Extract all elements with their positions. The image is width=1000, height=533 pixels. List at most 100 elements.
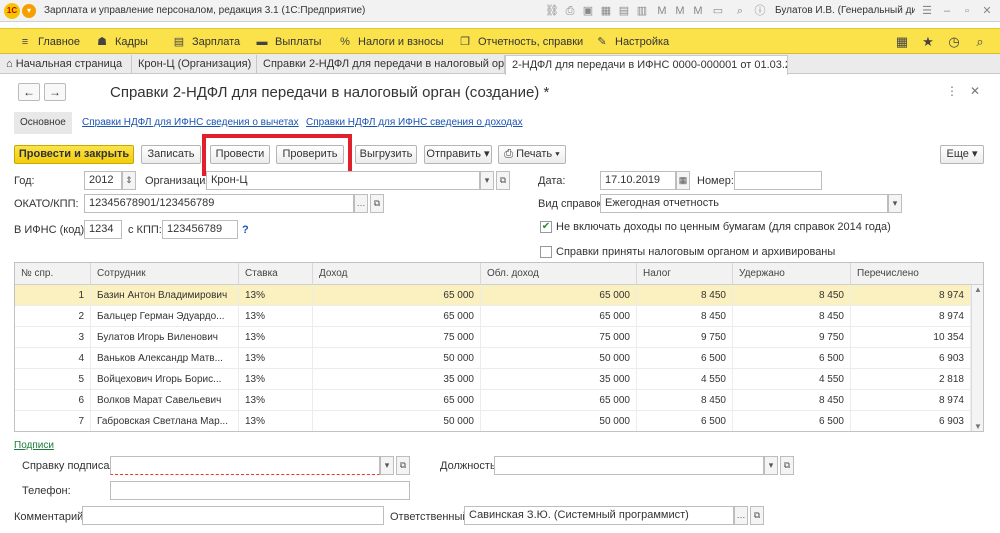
tab-home[interactable]: ⌂ Начальная страница xyxy=(0,55,132,74)
calendar-icon[interactable]: ▦ xyxy=(676,171,690,190)
cell-employee: Войцехович Игорь Борис... xyxy=(91,369,239,390)
grid-icon[interactable]: ▦ xyxy=(599,4,613,18)
col-income[interactable]: Доход xyxy=(313,263,481,285)
table-row[interactable]: 7 Габровская Светлана Мар... 13% 50 000 50 0… xyxy=(15,411,971,431)
more-button[interactable]: Еще ▾ xyxy=(940,145,984,164)
calendar-icon[interactable]: ▥ xyxy=(635,4,649,18)
number-field[interactable] xyxy=(734,171,822,190)
position-dropdown-icon[interactable]: ▾ xyxy=(764,456,778,475)
okato-field[interactable]: 12345678901/123456789 xyxy=(84,194,354,213)
forward-button[interactable]: → xyxy=(44,83,66,101)
save-button[interactable]: Записать xyxy=(141,145,201,164)
window-icon[interactable]: ▭ xyxy=(711,4,725,18)
section-main[interactable]: ≡ Главное xyxy=(18,29,80,55)
col-tax[interactable]: Налог xyxy=(637,263,733,285)
search-icon[interactable]: ⌕ xyxy=(972,34,988,50)
print-icon[interactable]: ⎙ xyxy=(563,4,577,18)
col-taxable-income[interactable]: Обл. доход xyxy=(481,263,637,285)
signatures-link[interactable]: Подписи xyxy=(14,440,54,451)
calc-icon[interactable]: ▤ xyxy=(617,4,631,18)
okato-select-icon[interactable]: … xyxy=(354,194,368,213)
tab-organization[interactable]: Крон-Ц (Организация)× xyxy=(132,55,257,74)
organization-field[interactable]: Крон-Ц xyxy=(206,171,480,190)
date-field[interactable]: 17.10.2019 xyxy=(600,171,676,190)
main-menu-button[interactable]: ▾ xyxy=(22,4,36,18)
table-scrollbar[interactable]: ▲ ▼ xyxy=(971,285,983,431)
scroll-up-icon[interactable]: ▲ xyxy=(974,285,982,294)
responsible-dropdown-icon[interactable]: … xyxy=(734,506,748,525)
table-row[interactable]: 5 Войцехович Игорь Борис... 13% 35 000 35 00… xyxy=(15,369,971,390)
scroll-down-icon[interactable]: ▼ xyxy=(974,422,982,431)
responsible-field[interactable]: Савинская З.Ю. (Системный программист) xyxy=(464,506,734,525)
table-row[interactable]: 2 Бальцер Герман Эдуардо... 13% 65 000 65 00… xyxy=(15,306,971,327)
position-open-icon[interactable]: ⧉ xyxy=(780,456,794,475)
col-rate[interactable]: Ставка xyxy=(239,263,313,285)
col-employee[interactable]: Сотрудник xyxy=(91,263,239,285)
section-reports[interactable]: ❐ Отчетность, справки xyxy=(458,29,583,55)
ifns-code-field[interactable]: 1234 xyxy=(84,220,122,239)
subtab-incomes[interactable]: Справки НДФЛ для ИФНС сведения о доходах xyxy=(306,112,523,134)
organization-open-icon[interactable]: ⧉ xyxy=(496,171,510,190)
send-dropdown-button[interactable]: Отправить ▾ xyxy=(424,145,492,164)
table-row[interactable]: 4 Ваньков Александр Матв... 13% 50 000 50 00… xyxy=(15,348,971,369)
signed-by-dropdown-icon[interactable]: ▾ xyxy=(380,456,394,475)
section-salary[interactable]: ▤ Зарплата xyxy=(172,29,240,55)
reports-icon: ❐ xyxy=(460,36,470,48)
back-button[interactable]: ← xyxy=(18,83,40,101)
year-label: Год: xyxy=(14,175,35,187)
tab-ndfl-document[interactable]: 2-НДФЛ для передачи в ИФНС 0000-000001 о… xyxy=(505,55,788,75)
tab-ndfl-list[interactable]: Справки 2-НДФЛ для передачи в налоговый … xyxy=(257,55,505,74)
okato-open-icon[interactable]: ⧉ xyxy=(370,194,384,213)
accepted-archived-checkbox[interactable] xyxy=(540,246,552,258)
apps-grid-icon[interactable]: ▦ xyxy=(894,34,910,50)
section-settings[interactable]: ✎ Настройка xyxy=(595,29,669,55)
col-number[interactable]: № спр. xyxy=(15,263,91,285)
memory-mplus-icon[interactable]: M xyxy=(673,4,687,18)
info-icon[interactable]: ⓘ xyxy=(753,4,767,18)
section-payments[interactable]: ▬ Выплаты xyxy=(255,29,322,55)
close-icon[interactable]: ✕ xyxy=(980,4,994,18)
print-dropdown-button[interactable]: ⎙ Печать ▾ xyxy=(498,145,566,164)
signed-by-open-icon[interactable]: ⧉ xyxy=(396,456,410,475)
close-form-icon[interactable]: ✕ xyxy=(970,84,980,98)
export-button[interactable]: Выгрузить xyxy=(355,145,417,164)
help-icon[interactable]: ? xyxy=(242,224,249,236)
signed-by-field[interactable] xyxy=(110,456,380,475)
maximize-icon[interactable]: ▫ xyxy=(960,4,974,18)
cell-employee: Габровская Светлана Мар... xyxy=(91,411,239,431)
save-icon[interactable]: ▣ xyxy=(581,4,595,18)
table-row[interactable]: 6 Волков Марат Савельевич 13% 65 000 65 000 8… xyxy=(15,390,971,411)
memory-m-icon[interactable]: M xyxy=(655,4,669,18)
type-dropdown-icon[interactable]: ▾ xyxy=(888,194,902,213)
exclude-securities-checkbox[interactable]: ✔ xyxy=(540,221,552,233)
col-withheld[interactable]: Удержано xyxy=(733,263,851,285)
subtab-deductions[interactable]: Справки НДФЛ для ИФНС сведения о вычетах xyxy=(82,112,299,134)
cell-withheld: 8 450 xyxy=(733,390,851,411)
post-and-close-button[interactable]: Провести и закрыть xyxy=(14,145,134,164)
year-spin-icon[interactable]: ⇕ xyxy=(122,171,136,190)
settings-icon[interactable]: ☰ xyxy=(920,4,934,18)
table-row[interactable]: 1 Базин Антон Владимирович 13% 65 000 65 000… xyxy=(15,285,971,306)
responsible-open-icon[interactable]: ⧉ xyxy=(750,506,764,525)
phone-field[interactable] xyxy=(110,481,410,500)
subtab-main[interactable]: Основное xyxy=(14,112,72,134)
table-row[interactable]: 3 Булатов Игорь Виленович 13% 75 000 75 000 9… xyxy=(15,327,971,348)
minimize-icon[interactable]: – xyxy=(940,4,954,18)
link-icon[interactable]: ⛓ xyxy=(545,4,559,18)
organization-dropdown-icon[interactable]: ▾ xyxy=(480,171,494,190)
year-field[interactable]: 2012 xyxy=(84,171,122,190)
memory-mminus-icon[interactable]: M xyxy=(691,4,705,18)
history-clock-icon[interactable]: ◷ xyxy=(946,34,962,50)
favorites-star-icon[interactable]: ★ xyxy=(920,34,936,50)
search-icon[interactable]: ⌕ xyxy=(733,4,747,18)
type-field[interactable]: Ежегодная отчетность xyxy=(600,194,888,213)
cell-income: 65 000 xyxy=(313,390,481,411)
section-taxes[interactable]: % Налоги и взносы xyxy=(338,29,443,55)
current-user[interactable]: Булатов И.В. (Генеральный дирек... xyxy=(775,5,915,16)
kpp-field[interactable]: 123456789 xyxy=(162,220,238,239)
position-field[interactable] xyxy=(494,456,764,475)
section-hr[interactable]: ☗ Кадры xyxy=(95,29,148,55)
comment-field[interactable] xyxy=(82,506,384,525)
more-options-icon[interactable]: ⋮ xyxy=(946,84,958,98)
col-transferred[interactable]: Перечислено xyxy=(851,263,983,285)
